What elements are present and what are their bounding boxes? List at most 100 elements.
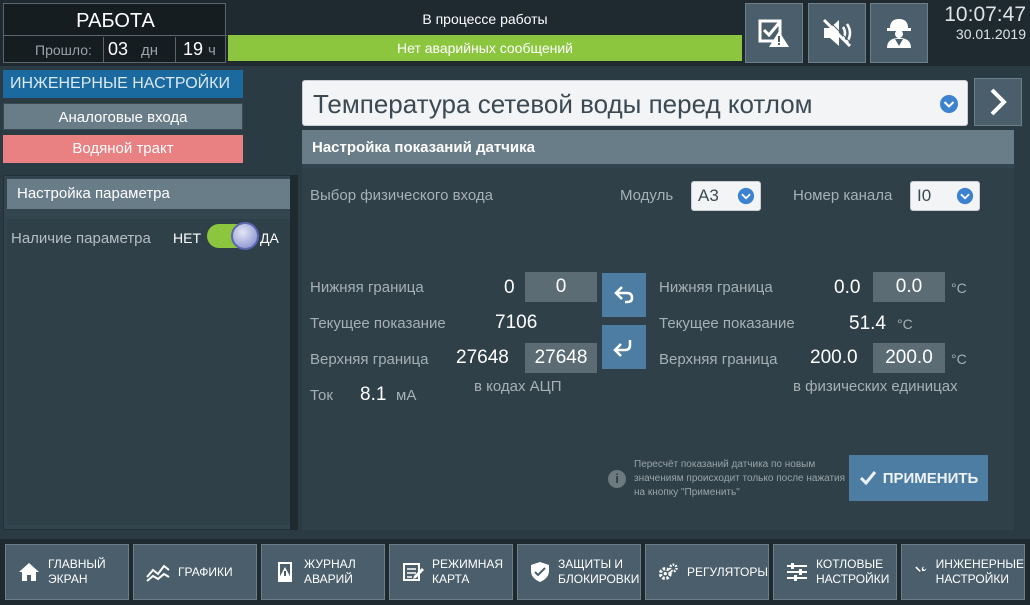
nav-protections[interactable]: ЗАЩИТЫ И БЛОКИРОВКИ bbox=[517, 544, 641, 600]
adc-lower-input[interactable]: 0 bbox=[525, 272, 597, 302]
phys-caption: в физических единицах bbox=[793, 378, 958, 395]
chevron-down-icon bbox=[940, 95, 958, 113]
parameter-presence-label: Наличие параметра bbox=[11, 230, 151, 247]
current-ma-unit: мА bbox=[396, 387, 417, 404]
section-title: ИНЖЕНЕРНЫЕ НАСТРОЙКИ bbox=[3, 70, 243, 98]
undo-arrow-icon bbox=[614, 286, 634, 304]
sensor-select[interactable]: Температура сетевой воды перед котлом bbox=[302, 80, 968, 126]
clock: 10:07:47 30.01.2019 bbox=[930, 3, 1026, 43]
phys-lower-unit: °C bbox=[951, 280, 967, 296]
mute-icon bbox=[822, 17, 853, 48]
nav-boiler-settings[interactable]: КОТЛОВЫЕ НАСТРОЙКИ bbox=[773, 544, 897, 600]
elapsed-label: Прошло: bbox=[35, 42, 92, 58]
current-ma-label: Ток bbox=[310, 387, 333, 404]
physical-input-label: Выбор физического входа bbox=[310, 187, 493, 204]
nav-label: ГРАФИКИ bbox=[178, 564, 233, 579]
toggle-knob[interactable] bbox=[231, 222, 259, 250]
return-arrow-icon bbox=[613, 340, 632, 357]
adc-lower-label: Нижняя граница bbox=[310, 279, 424, 296]
nav-label: КОТЛОВЫЕ НАСТРОЙКИ bbox=[816, 557, 890, 586]
elapsed-days-unit: дн bbox=[141, 42, 159, 59]
mode-map-icon bbox=[403, 563, 424, 581]
shield-icon bbox=[531, 562, 549, 582]
phys-current-label: Текущее показание bbox=[659, 315, 795, 332]
chevron-down-icon bbox=[956, 187, 974, 205]
nav-mode-map[interactable]: РЕЖИМНАЯ КАРТА bbox=[389, 544, 513, 600]
adc-current-value: 7106 bbox=[495, 312, 538, 333]
module-select[interactable]: A3 bbox=[691, 181, 761, 211]
nav-analog-inputs[interactable]: Аналоговые входа bbox=[3, 103, 243, 130]
elapsed-time: Прошло: 03 дн 19 ч bbox=[4, 37, 227, 63]
acknowledge-alarm-button[interactable] bbox=[745, 3, 803, 63]
parameter-panel-title: Настройка параметра bbox=[7, 179, 291, 209]
apply-button[interactable]: ПРИМЕНИТЬ bbox=[849, 455, 988, 501]
nav-alarm-log[interactable]: ЖУРНАЛ АВАРИЙ bbox=[261, 544, 385, 600]
nav-label: РЕГУЛЯТОРЫ bbox=[686, 564, 768, 579]
adc-upper-input[interactable]: 27648 bbox=[525, 343, 597, 373]
channel-label: Номер канала bbox=[793, 187, 893, 204]
apply-button-label: ПРИМЕНИТЬ bbox=[882, 469, 979, 487]
toggle-off-label: НЕТ bbox=[173, 230, 201, 246]
toggle-on-label: ДА bbox=[260, 230, 279, 246]
check-icon bbox=[859, 471, 876, 486]
mute-sound-button[interactable] bbox=[808, 3, 866, 63]
current-ma-value: 8.1 bbox=[360, 384, 387, 405]
nav-engineering-settings[interactable]: ИНЖЕНЕРНЫЕ НАСТРОЙКИ bbox=[901, 544, 1025, 600]
nav-charts[interactable]: ГРАФИКИ bbox=[133, 544, 257, 600]
info-icon: i bbox=[608, 470, 626, 488]
copy-phys-to-adc-button[interactable] bbox=[602, 325, 646, 369]
gears-icon bbox=[658, 563, 678, 581]
parameter-panel: Настройка параметра Наличие параметра НЕ… bbox=[3, 175, 293, 530]
wrench-icon bbox=[915, 566, 927, 577]
channel-select-value: I0 bbox=[917, 186, 932, 205]
phys-current-value: 51.4 bbox=[849, 313, 886, 334]
chevron-down-icon bbox=[737, 187, 755, 205]
check-warning-icon bbox=[758, 19, 789, 47]
phys-current-unit: °C bbox=[897, 316, 913, 332]
clock-date: 30.01.2019 bbox=[955, 26, 1026, 42]
channel-select[interactable]: I0 bbox=[910, 181, 980, 211]
nav-water-path[interactable]: Водяной тракт bbox=[3, 135, 243, 163]
elapsed-hours: 19 bbox=[183, 39, 204, 59]
mode-panel: РАБОТА Прошло: 03 дн 19 ч bbox=[3, 3, 227, 63]
chart-icon bbox=[146, 564, 170, 582]
parameter-presence-toggle[interactable] bbox=[207, 222, 259, 250]
recalc-info-text: Пересчёт показаний датчика по новым знач… bbox=[634, 459, 846, 498]
status-panel: В процессе работы Нет аварийных сообщени… bbox=[228, 3, 742, 63]
adc-upper-label: Верхняя граница bbox=[310, 351, 429, 368]
phys-upper-input[interactable]: 200.0 bbox=[873, 343, 945, 373]
adc-upper-value: 27648 bbox=[456, 347, 509, 368]
parameter-panel-body bbox=[7, 219, 290, 525]
module-label: Модуль bbox=[620, 187, 674, 204]
alarm-status: Нет аварийных сообщений bbox=[228, 35, 742, 61]
nav-main-screen[interactable]: ГЛАВНЫЙ ЭКРАН bbox=[5, 544, 129, 600]
phys-lower-value: 0.0 bbox=[834, 277, 861, 298]
home-icon bbox=[19, 563, 39, 581]
chevron-right-icon bbox=[990, 88, 1007, 116]
phys-upper-unit: °C bbox=[951, 351, 967, 367]
clock-time: 10:07:47 bbox=[944, 3, 1026, 26]
nav-label: ГЛАВНЫЙ ЭКРАН bbox=[48, 557, 106, 586]
nav-label: ЖУРНАЛ АВАРИЙ bbox=[304, 557, 356, 586]
panel-divider bbox=[290, 175, 298, 530]
adc-caption: в кодах АЦП bbox=[474, 378, 562, 395]
mode-title: РАБОТА bbox=[4, 4, 227, 36]
top-bar: РАБОТА Прошло: 03 дн 19 ч В процессе раб… bbox=[0, 0, 1030, 66]
phys-lower-label: Нижняя граница bbox=[659, 279, 773, 296]
module-select-value: A3 bbox=[698, 186, 719, 205]
nav-label: РЕЖИМНАЯ КАРТА bbox=[432, 557, 504, 586]
alarm-log-icon bbox=[278, 562, 292, 582]
nav-regulators[interactable]: РЕГУЛЯТОРЫ bbox=[645, 544, 769, 600]
worker-icon bbox=[887, 19, 911, 48]
bottom-nav: ГЛАВНЫЙ ЭКРАН ГРАФИКИ ЖУРНАЛ АВАРИЙ РЕЖИ… bbox=[0, 539, 1030, 605]
elapsed-days: 03 bbox=[108, 39, 129, 59]
elapsed-hours-unit: ч bbox=[208, 42, 216, 59]
adc-lower-value: 0 bbox=[504, 277, 515, 298]
process-status: В процессе работы bbox=[228, 3, 742, 35]
sliders-icon bbox=[787, 563, 807, 581]
phys-upper-label: Верхняя граница bbox=[659, 351, 778, 368]
operator-button[interactable] bbox=[870, 3, 928, 63]
copy-adc-to-phys-button[interactable] bbox=[602, 273, 646, 317]
next-sensor-button[interactable] bbox=[974, 78, 1022, 126]
phys-lower-input[interactable]: 0.0 bbox=[873, 272, 945, 302]
